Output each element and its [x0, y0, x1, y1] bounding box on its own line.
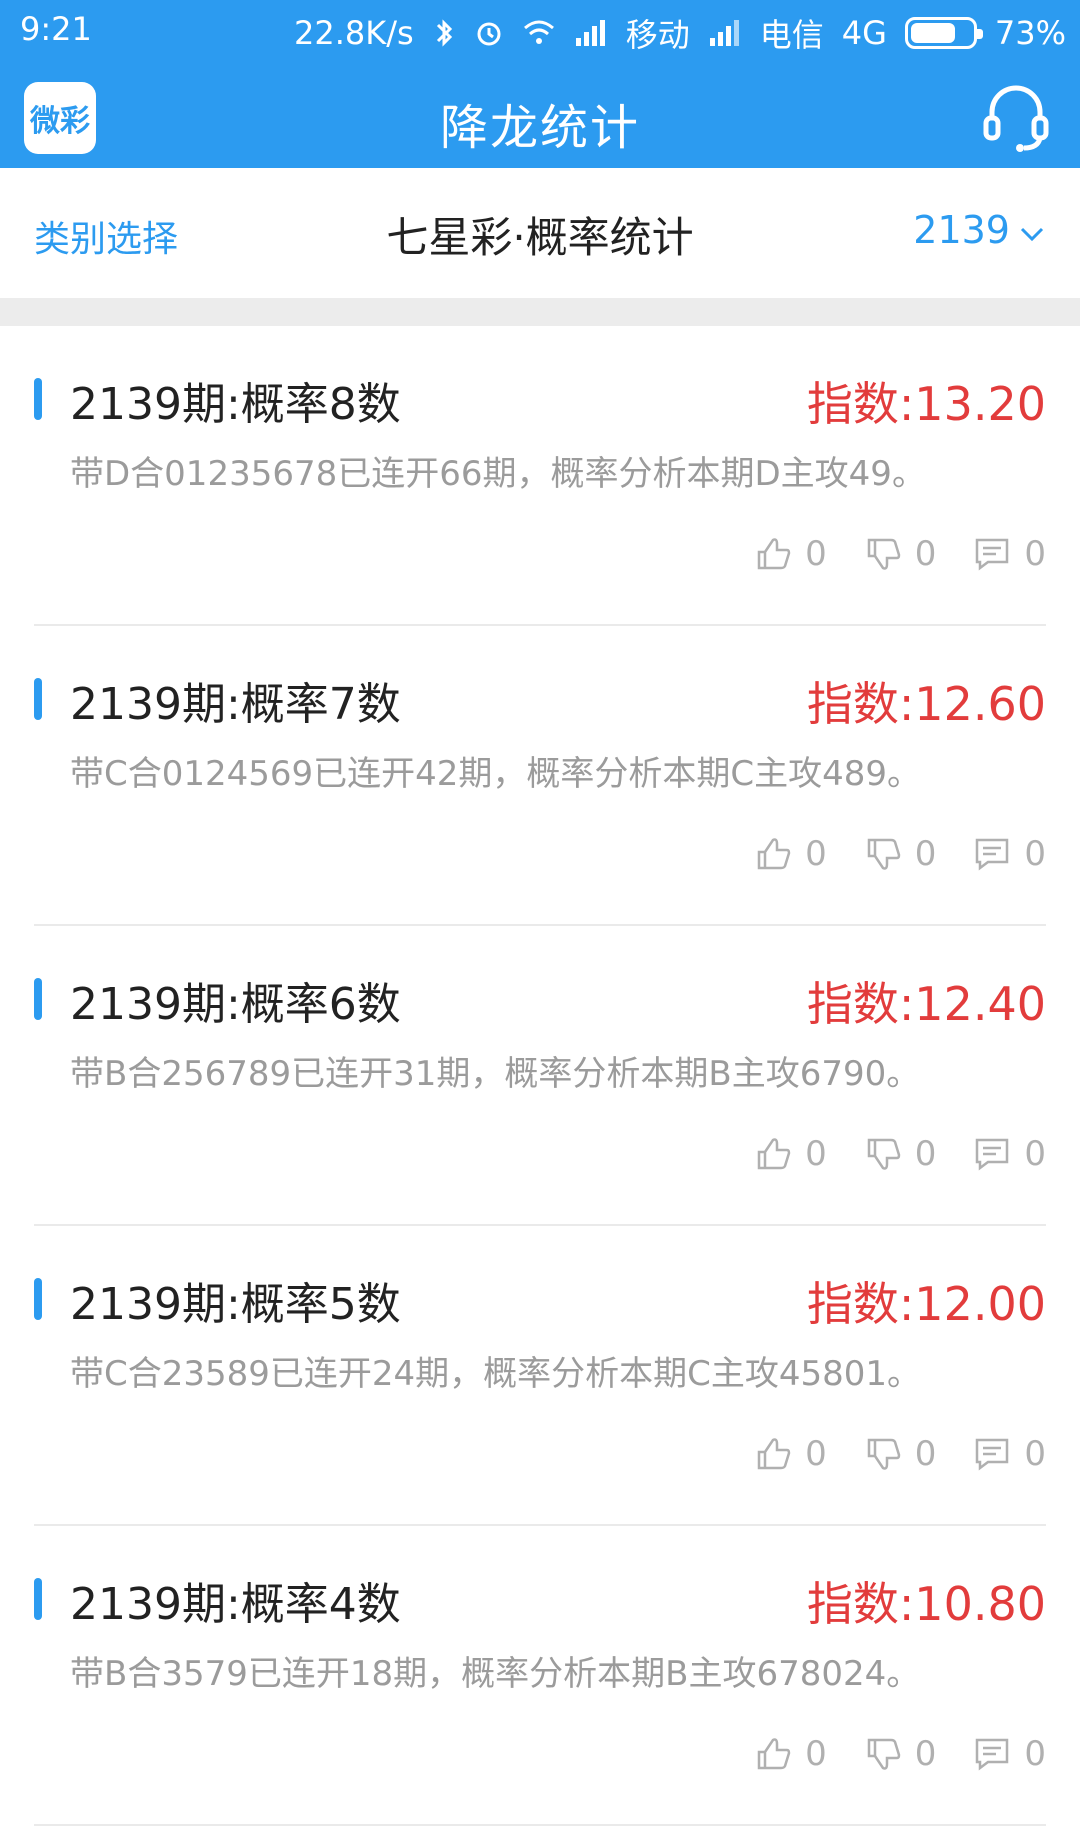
item-actions: 0 0 0 [753, 534, 1046, 574]
comment-count: 0 [1024, 1734, 1046, 1774]
like-count: 0 [805, 1734, 827, 1774]
comment-icon [976, 1138, 1009, 1171]
app-bar: 微彩 降龙统计 [0, 64, 1080, 168]
dislike-button[interactable]: 0 [863, 1734, 937, 1774]
dislike-button[interactable]: 0 [863, 1434, 937, 1474]
item-accent-bar [34, 378, 42, 420]
comment-icon [976, 538, 1009, 571]
list-item[interactable]: 2139期:概率4数 指数:10.80 带B合3579已连开18期，概率分析本期… [34, 1526, 1046, 1826]
item-index: 指数:13.20 [806, 377, 1046, 431]
comment-button[interactable]: 0 [972, 1434, 1046, 1474]
item-accent-bar [34, 978, 42, 1020]
item-title: 2139期:概率5数 [70, 1279, 401, 1330]
comment-count: 0 [1024, 834, 1046, 874]
item-desc: 带B合3579已连开18期，概率分析本期B主攻678024。 [70, 1654, 921, 1694]
thumbs-up-icon [757, 1138, 791, 1170]
chevron-down-icon[interactable] [1020, 222, 1044, 246]
dislike-count: 0 [914, 1434, 937, 1474]
item-desc: 带B合256789已连开31期，概率分析本期B主攻6790。 [70, 1054, 921, 1094]
list-item[interactable]: 2139期:概率5数 指数:12.00 带C合23589已连开24期，概率分析本… [34, 1226, 1046, 1526]
carrier-2: 电信 [759, 16, 824, 54]
item-index: 指数:12.00 [806, 1277, 1046, 1331]
item-actions: 0 0 0 [753, 1434, 1046, 1474]
comment-button[interactable]: 0 [972, 1134, 1046, 1174]
item-desc: 带C合23589已连开24期，概率分析本期C主攻45801。 [70, 1354, 922, 1394]
item-title: 2139期:概率8数 [70, 379, 401, 430]
dislike-button[interactable]: 0 [863, 534, 937, 574]
like-count: 0 [805, 534, 827, 574]
item-desc: 带D合01235678已连开66期，概率分析本期D主攻49。 [70, 454, 926, 494]
carrier-1: 移动 [625, 16, 690, 54]
item-index: 指数:10.80 [806, 1577, 1046, 1631]
comment-icon [976, 1438, 1009, 1471]
like-count: 0 [805, 1134, 827, 1174]
dislike-count: 0 [914, 834, 937, 874]
bluetooth-icon [432, 17, 456, 49]
comment-button[interactable]: 0 [972, 1734, 1046, 1774]
item-accent-bar [34, 1578, 42, 1620]
network-type: 4G [841, 14, 887, 52]
status-bar: 9:21 22.8K/s 移动 电信 4G 73% [0, 0, 1080, 64]
comment-count: 0 [1024, 1434, 1046, 1474]
signal-icon-2 [708, 18, 742, 48]
like-button[interactable]: 0 [753, 834, 827, 874]
item-desc: 带C合0124569已连开42期，概率分析本期C主攻489。 [70, 754, 922, 794]
item-actions: 0 0 0 [753, 1734, 1046, 1774]
item-accent-bar [34, 678, 42, 720]
item-actions: 0 0 0 [753, 834, 1046, 874]
like-button[interactable]: 0 [753, 1434, 827, 1474]
list-item[interactable]: 2139期:概率8数 指数:13.20 带D合01235678已连开66期，概率… [34, 326, 1046, 626]
stat-list: 2139期:概率8数 指数:13.20 带D合01235678已连开66期，概率… [0, 326, 1080, 1826]
like-button[interactable]: 0 [753, 534, 827, 574]
thumbs-up-icon [757, 1438, 791, 1470]
thumbs-down-icon [867, 838, 900, 870]
comment-button[interactable]: 0 [972, 834, 1046, 874]
section-divider [0, 298, 1080, 326]
battery-percent: 73% [994, 14, 1066, 52]
item-title: 2139期:概率7数 [70, 679, 401, 730]
item-title: 2139期:概率6数 [70, 979, 401, 1030]
customer-service-icon[interactable] [976, 78, 1056, 158]
thumbs-up-icon [757, 1738, 791, 1770]
item-title: 2139期:概率4数 [70, 1579, 401, 1630]
dislike-button[interactable]: 0 [863, 834, 937, 874]
top-bar: 9:21 22.8K/s 移动 电信 4G 73% 微彩 降龙统计 [0, 0, 1080, 168]
dislike-button[interactable]: 0 [863, 1134, 937, 1174]
dislike-count: 0 [914, 1134, 937, 1174]
thumbs-down-icon [867, 1738, 900, 1770]
issue-number[interactable]: 2139 [913, 208, 1010, 252]
item-index: 指数:12.60 [806, 677, 1046, 731]
battery-icon [904, 17, 983, 49]
comment-icon [976, 838, 1009, 871]
app-title: 降龙统计 [439, 100, 640, 156]
signal-icon-1 [574, 18, 608, 48]
like-button[interactable]: 0 [753, 1134, 827, 1174]
comment-icon [976, 1738, 1009, 1771]
wifi-icon [522, 18, 556, 48]
list-item[interactable]: 2139期:概率7数 指数:12.60 带C合0124569已连开42期，概率分… [34, 626, 1046, 926]
comment-count: 0 [1024, 534, 1046, 574]
like-count: 0 [805, 1434, 827, 1474]
thumbs-down-icon [867, 1438, 900, 1470]
thumbs-down-icon [867, 538, 900, 570]
subheader: 类别选择 七星彩·概率统计 2139 [0, 168, 1080, 298]
comment-count: 0 [1024, 1134, 1046, 1174]
item-index: 指数:12.40 [806, 977, 1046, 1031]
alarm-icon [474, 18, 504, 48]
thumbs-up-icon [757, 538, 791, 570]
status-time: 9:21 [20, 10, 92, 48]
thumbs-down-icon [867, 1138, 900, 1170]
status-right: 22.8K/s 移动 电信 4G 73% [294, 10, 1066, 56]
thumbs-up-icon [757, 838, 791, 870]
like-count: 0 [805, 834, 827, 874]
item-actions: 0 0 0 [753, 1134, 1046, 1174]
like-button[interactable]: 0 [753, 1734, 827, 1774]
item-accent-bar [34, 1278, 42, 1320]
comment-button[interactable]: 0 [972, 534, 1046, 574]
dislike-count: 0 [914, 534, 937, 574]
network-speed: 22.8K/s [294, 14, 414, 52]
dislike-count: 0 [914, 1734, 937, 1774]
list-item[interactable]: 2139期:概率6数 指数:12.40 带B合256789已连开31期，概率分析… [34, 926, 1046, 1226]
